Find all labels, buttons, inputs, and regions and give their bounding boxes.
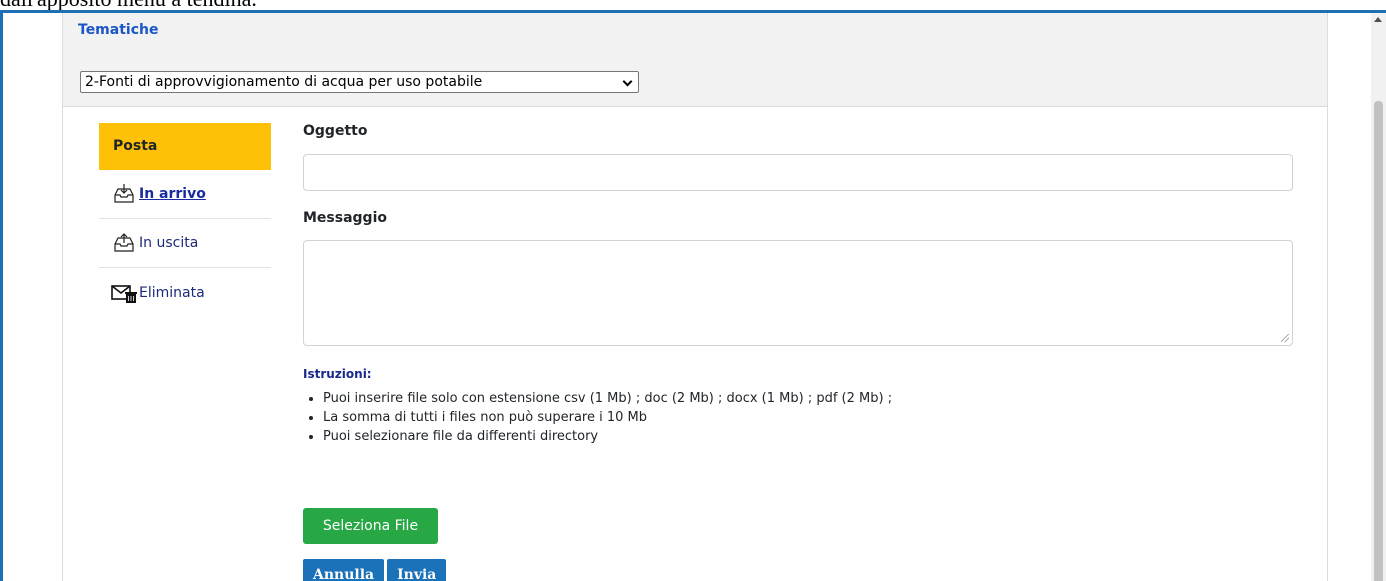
resize-handle[interactable] xyxy=(1281,334,1289,342)
sidebar-item-label: In arrivo xyxy=(139,186,206,202)
scrollbar-thumb[interactable] xyxy=(1374,101,1383,581)
sidebar-item-label: In uscita xyxy=(139,235,199,251)
topic-header: Tematiche 2-Fonti di approvvigionamento … xyxy=(63,13,1327,107)
cancel-button[interactable]: Annulla xyxy=(303,559,385,581)
oggetto-label: Oggetto xyxy=(303,123,368,139)
modal-frame: Tematiche 2-Fonti di approvvigionamento … xyxy=(0,10,1386,581)
list-item: Puoi selezionare file da differenti dire… xyxy=(323,427,1293,446)
compose-form: Oggetto Messaggio Istruzioni: Puoi inser… xyxy=(303,123,1293,581)
vertical-scrollbar[interactable] xyxy=(1371,13,1386,581)
scroll-up-arrow-icon[interactable] xyxy=(1374,17,1382,22)
sidebar-item-in-arrivo[interactable]: In arrivo xyxy=(99,170,271,219)
send-button[interactable]: Invia xyxy=(387,559,447,581)
mail-card: Tematiche 2-Fonti di approvvigionamento … xyxy=(62,13,1328,581)
outbox-upload-icon xyxy=(111,232,137,254)
istruzioni-title: Istruzioni: xyxy=(303,367,372,381)
chevron-down-icon xyxy=(622,76,633,87)
sidebar-item-label: Eliminata xyxy=(139,284,205,301)
envelope-trash-icon xyxy=(111,282,137,304)
list-item: Puoi inserire file solo con estensione c… xyxy=(323,389,1293,408)
sidebar-item-in-uscita[interactable]: In uscita xyxy=(99,219,271,268)
mail-sidebar: Posta In arrivo In uscita Eliminata xyxy=(99,123,271,317)
sidebar-item-eliminata[interactable]: Eliminata xyxy=(99,268,271,317)
messaggio-label: Messaggio xyxy=(303,210,387,226)
topic-select[interactable]: 2-Fonti di approvvigionamento di acqua p… xyxy=(80,71,639,93)
list-item: La somma di tutti i files non può supera… xyxy=(323,408,1293,427)
inbox-download-icon xyxy=(111,183,137,205)
action-buttons: Annulla Invia xyxy=(303,559,447,581)
topic-select-value: 2-Fonti di approvvigionamento di acqua p… xyxy=(85,74,483,90)
sidebar-title: Posta xyxy=(99,123,271,170)
istruzioni-list: Puoi inserire file solo con estensione c… xyxy=(303,389,1293,446)
oggetto-input[interactable] xyxy=(303,154,1293,191)
select-file-button[interactable]: Seleziona File xyxy=(303,508,438,544)
tematiche-title: Tematiche xyxy=(78,22,159,38)
messaggio-textarea[interactable] xyxy=(303,240,1293,346)
